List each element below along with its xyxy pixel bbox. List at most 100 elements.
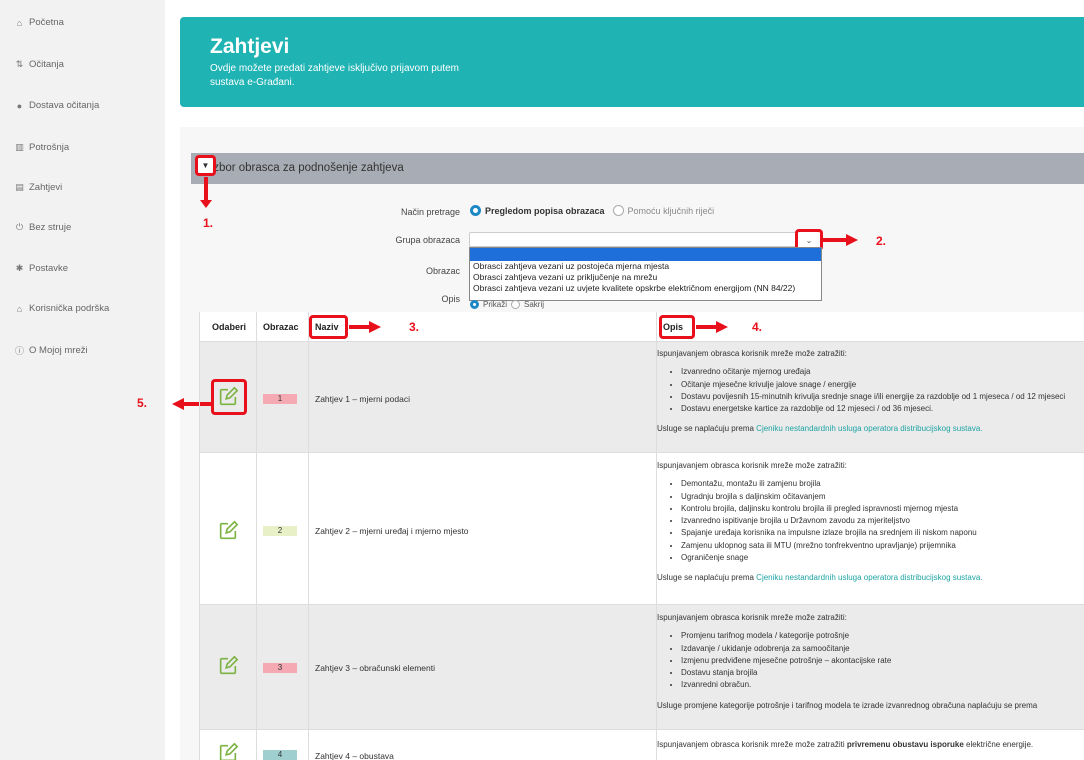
sidebar-item-label: Bez struje xyxy=(29,222,72,233)
radio-kljucne-rijeci[interactable] xyxy=(612,205,624,216)
opis-intro: Ispunjavanjem obrasca korisnik mreže mož… xyxy=(657,461,847,470)
table-border xyxy=(308,312,309,760)
sidebar-item-dostava-ocitanja[interactable]: ● Dostava očitanja xyxy=(14,100,99,111)
opis-intro: Ispunjavanjem obrasca korisnik mreže mož… xyxy=(657,740,847,749)
edit-icon[interactable] xyxy=(217,655,239,677)
opis-footer-text: Usluge se naplaćuju prema xyxy=(657,573,757,583)
chart-icon: ▥ xyxy=(15,142,24,152)
obrazac-naziv: Zahtjev 1 – mjerni podaci xyxy=(315,394,410,404)
sidebar-item-label: O Mojoj mreži xyxy=(29,345,88,356)
table-border xyxy=(656,312,657,760)
radio-pregledom[interactable] xyxy=(470,205,481,216)
opis-item: Promjenu tarifnog modela / kategorije po… xyxy=(681,630,1037,642)
col-header-odaberi[interactable]: Odaberi xyxy=(212,312,246,342)
dropdown-option[interactable]: Obrasci zahtjeva vezani uz uvjete kvalit… xyxy=(470,283,821,294)
radio-sakrij-label: Sakrij xyxy=(524,300,545,309)
opis-item: Izvanredno očitanje mjernog uređaja xyxy=(681,366,1065,378)
opis-item: Demontažu, montažu ili zamjenu brojila xyxy=(681,478,983,490)
col-header-obrazac[interactable]: Obrazac xyxy=(263,312,299,342)
annotation-label-5: 5. xyxy=(137,396,148,410)
annotation-arrowhead-4 xyxy=(716,321,728,333)
sidebar-item-ocitanja[interactable]: ⇅ Očitanja xyxy=(14,59,64,70)
cjenik-link[interactable]: Cjeniku nestandardnih usluga operatora d… xyxy=(756,573,982,582)
sidebar-item-potrosnja[interactable]: ▥ Potrošnja xyxy=(14,142,69,153)
sidebar-item-label: Korisnička podrška xyxy=(29,303,110,314)
sidebar-item-label: Očitanja xyxy=(29,59,64,70)
table-border xyxy=(199,312,200,760)
obrazac-number-badge: 2 xyxy=(263,526,297,536)
dropdown-option[interactable]: Obrasci zahtjeva vezani uz postojeća mje… xyxy=(470,261,821,272)
document-icon: ▤ xyxy=(15,182,24,192)
obrazac-naziv: Zahtjev 3 – obračunski elementi xyxy=(315,663,436,673)
opis-item: Spajanje uređaja korisnika na impulsne i… xyxy=(681,527,983,539)
opis-intro: Ispunjavanjem obrasca korisnik mreže mož… xyxy=(657,349,847,358)
support-icon: ⌂ xyxy=(16,303,23,314)
sidebar-item-korisnicka-podrska[interactable]: ⌂ Korisnička podrška xyxy=(14,303,109,314)
sidebar-item-zahtjevi[interactable]: ▤ Zahtjevi xyxy=(14,182,62,193)
section-title: Izbor obrasca za podnošenje zahtjeva xyxy=(210,162,404,174)
table-row: 1 Zahtjev 1 – mjerni podaci Ispunjavanje… xyxy=(199,342,1084,453)
page-title: Zahtjevi xyxy=(210,35,290,58)
annotation-arrowhead-2 xyxy=(846,234,858,246)
opis-footer-text: Usluge se naplaćuju prema xyxy=(657,424,757,434)
sidebar-item-label: Početna xyxy=(29,17,64,28)
gear-icon: ✱ xyxy=(15,263,24,273)
dropdown-option[interactable]: Obrasci zahtjeva vezani uz priključenje … xyxy=(470,272,821,283)
sidebar-item-label: Zahtjevi xyxy=(29,182,63,193)
grupa-obrazaca-select[interactable] xyxy=(469,232,821,247)
annotation-arrow-5 xyxy=(183,402,211,406)
opis-intro-bold: privremenu obustavu isporuke xyxy=(846,740,964,749)
obrazac-number-badge: 3 xyxy=(263,663,297,673)
annotation-label-2: 2. xyxy=(876,234,887,248)
table-row: 2 Zahtjev 2 – mjerni uređaj i mjerno mje… xyxy=(199,453,1084,605)
triangle-down-icon: ▼ xyxy=(201,161,210,170)
home-icon: ⌂ xyxy=(16,17,23,28)
section-header: Izbor obrasca za podnošenje zahtjeva xyxy=(191,153,1084,184)
obrazac-label: Obrazac xyxy=(425,266,460,276)
obrazac-opis: Ispunjavanjem obrasca korisnik mreže mož… xyxy=(657,348,1065,436)
sidebar-item-o-mojoj-mrezi[interactable]: ⓘ O Mojoj mreži xyxy=(14,344,88,357)
obrazac-opis: Ispunjavanjem obrasca korisnik mreže mož… xyxy=(657,612,1037,712)
opis-radio-group: Prikaži Sakrij xyxy=(470,300,544,309)
highlight-opis xyxy=(659,315,695,339)
annotation-label-4: 4. xyxy=(752,320,763,334)
table-row: 3 Zahtjev 3 – obračunski elementi Ispunj… xyxy=(199,605,1084,730)
opis-intro-post: električne energije. xyxy=(963,740,1034,749)
opis-item: Dostavu energetske kartice za razdoblje … xyxy=(681,403,1065,415)
sidebar-item-postavke[interactable]: ✱ Postavke xyxy=(14,263,68,274)
grupa-obrazaca-dropdown: Obrasci zahtjeva vezani uz postojeća mje… xyxy=(469,247,822,301)
opis-item: Ograničenje snage xyxy=(681,552,983,564)
sidebar-item-label: Postavke xyxy=(29,263,69,274)
annotation-arrowhead-3 xyxy=(369,321,381,333)
page-subtitle: Ovdje možete predati zahtjeve isključivo… xyxy=(210,63,459,88)
annotation-arrowhead-5 xyxy=(172,398,184,410)
annotation-arrow-4 xyxy=(696,325,718,329)
opis-item: Izmjenu predviđene mjesečne potrošnje – … xyxy=(681,655,1037,667)
opis-footer-text: Usluge promjene kategorije potrošnje i t… xyxy=(657,700,1038,710)
annotation-label-1: 1. xyxy=(203,216,214,230)
obrazac-opis: Ispunjavanjem obrasca korisnik mreže mož… xyxy=(657,739,1033,751)
opis-item: Izvanredno ispitivanje brojila u Državno… xyxy=(681,515,983,527)
sidebar-item-bez-struje[interactable]: ⏻ Bez struje xyxy=(14,222,71,233)
sidebar: ⌂ Početna ⇅ Očitanja ● Dostava očitanja ▥ Po… xyxy=(0,0,165,760)
meter-icon: ⇅ xyxy=(15,59,24,69)
sidebar-item-pocetna[interactable]: ⌂ Početna xyxy=(14,17,64,28)
collapse-toggle-button[interactable]: ▼ xyxy=(195,155,216,176)
annotation-arrowhead-1 xyxy=(200,200,212,208)
obrazac-number-badge: 4 xyxy=(263,750,297,760)
dropdown-selected-blank[interactable] xyxy=(470,248,821,261)
radio-sakrij[interactable] xyxy=(511,300,521,309)
sidebar-item-label: Potrošnja xyxy=(29,142,70,153)
annotation-arrow-2 xyxy=(823,238,848,242)
radio-prikazi-label: Prikaži xyxy=(483,300,508,309)
page-header-banner: Zahtjevi Ovdje možete predati zahtjeve i… xyxy=(180,17,1084,107)
radio-prikazi[interactable] xyxy=(470,300,479,309)
edit-icon[interactable] xyxy=(217,520,239,542)
opis-item: Zamjenu uklopnog sata ili MTU (mrežno to… xyxy=(681,540,983,552)
opis-item: Ugradnju brojila s daljinskim očitavanje… xyxy=(681,491,983,503)
edit-icon[interactable] xyxy=(217,742,239,760)
obrazac-naziv: Zahtjev 2 – mjerni uređaj i mjerno mjest… xyxy=(315,526,469,536)
obrazac-number-badge: 1 xyxy=(263,394,297,404)
radio-pregledom-label: Pregledom popisa obrazaca xyxy=(485,205,605,216)
cjenik-link[interactable]: Cjeniku nestandardnih usluga operatora d… xyxy=(756,424,982,433)
